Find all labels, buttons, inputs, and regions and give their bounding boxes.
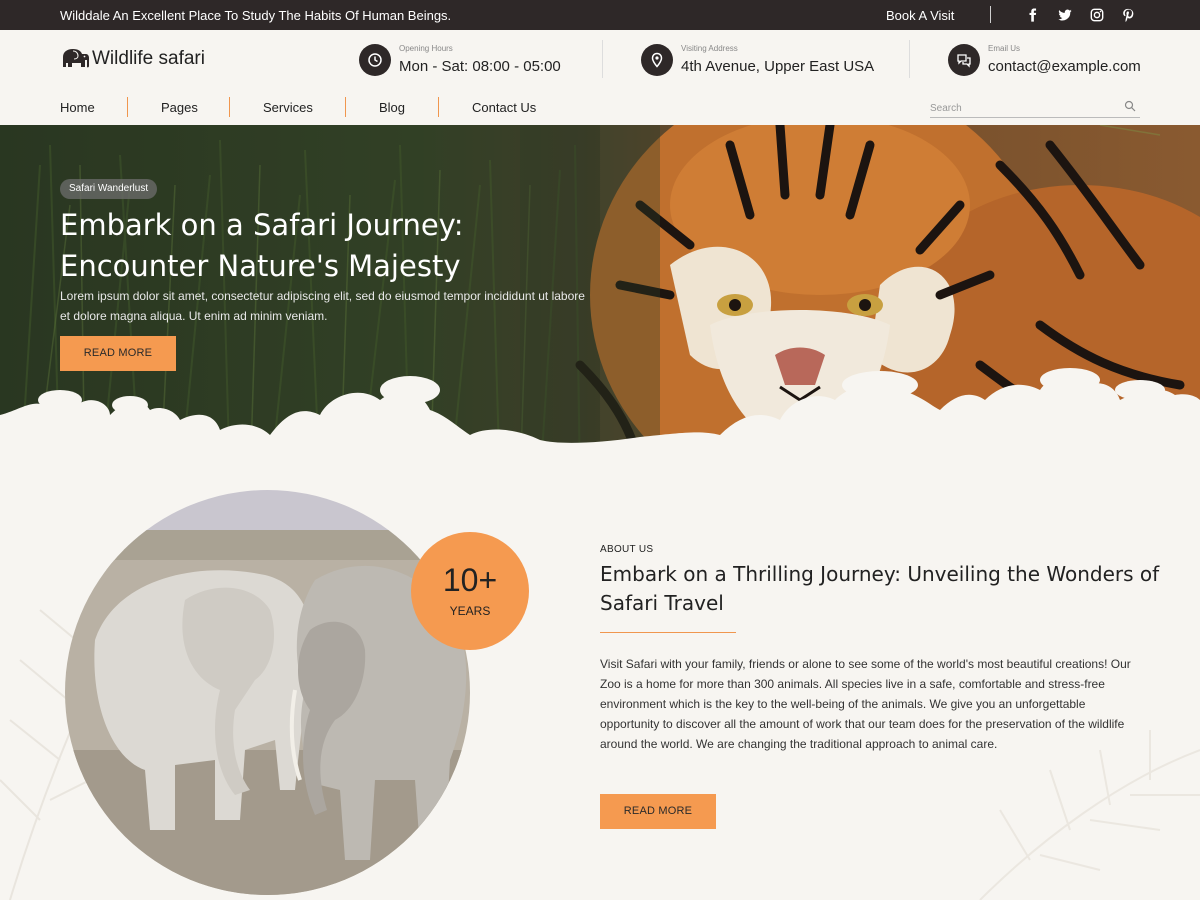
about-section: 10+ YEARS ABOUT US Embark on a Thrilling… xyxy=(0,480,1200,900)
opening-hours-value: Mon - Sat: 08:00 - 05:00 xyxy=(399,58,561,75)
hero-banner: Safari Wanderlust Embark on a Safari Jou… xyxy=(0,125,1200,485)
logo-text: Wildlife safari xyxy=(92,48,205,69)
visiting-address: Visiting Address 4th Avenue, Upper East … xyxy=(641,44,881,78)
search-icon[interactable] xyxy=(1124,100,1136,112)
years-number: 10+ xyxy=(442,562,498,598)
about-title: Embark on a Thrilling Journey: Unveiling… xyxy=(600,562,1160,615)
book-a-visit-link[interactable]: Book A Visit xyxy=(886,8,954,23)
elephants-image xyxy=(65,490,470,895)
main-nav: Home Pages Services Blog Contact Us xyxy=(0,92,1200,125)
hero-text: Lorem ipsum dolor sit amet, consectetur … xyxy=(60,289,585,323)
visiting-address-label: Visiting Address xyxy=(681,44,738,53)
nav-divider xyxy=(127,97,128,117)
years-label: YEARS xyxy=(449,604,491,618)
hero-badge: Safari Wanderlust xyxy=(60,179,158,199)
nav-item-blog[interactable]: Blog xyxy=(379,100,405,115)
about-read-more-button[interactable]: READ MORE xyxy=(600,794,716,829)
nav-item-services[interactable]: Services xyxy=(263,100,313,115)
about-kicker: ABOUT US xyxy=(600,544,654,555)
hero-title: Embark on a Safari Journey: Encounter Na… xyxy=(60,208,464,283)
years-badge: 10+ YEARS xyxy=(411,532,529,650)
site-tagline: Wilddale An Excellent Place To Study The… xyxy=(60,8,452,23)
location-pin-icon xyxy=(641,44,673,76)
nav-item-home[interactable]: Home xyxy=(60,100,95,115)
divider xyxy=(602,40,603,78)
email-us: Email Us contact@example.com xyxy=(948,44,1148,78)
opening-hours: Opening Hours Mon - Sat: 08:00 - 05:00 xyxy=(359,44,579,78)
email-label: Email Us xyxy=(988,44,1021,53)
nav-divider xyxy=(229,97,230,117)
pinterest-icon[interactable] xyxy=(1121,8,1135,22)
twitter-icon[interactable] xyxy=(1058,8,1072,22)
visiting-address-value: 4th Avenue, Upper East USA xyxy=(681,58,875,75)
nav-divider xyxy=(438,97,439,117)
facebook-icon[interactable] xyxy=(1026,8,1040,22)
title-underline xyxy=(600,632,736,633)
search-box xyxy=(930,98,1140,118)
about-text: Visit Safari with your family, friends o… xyxy=(600,657,1131,751)
clock-icon xyxy=(359,44,391,76)
nav-item-pages[interactable]: Pages xyxy=(161,100,198,115)
nav-item-contact-us[interactable]: Contact Us xyxy=(472,100,536,115)
instagram-icon[interactable] xyxy=(1090,8,1104,22)
site-header: Wildlife safari Opening Hours Mon - Sat:… xyxy=(0,30,1200,92)
top-bar: Wilddale An Excellent Place To Study The… xyxy=(0,0,1200,30)
divider xyxy=(909,40,910,78)
elephant-logo-icon xyxy=(63,49,89,68)
opening-hours-label: Opening Hours xyxy=(399,44,453,53)
nav-divider xyxy=(345,97,346,117)
site-logo[interactable]: Wildlife safari xyxy=(60,46,205,72)
leaf-silhouette-divider xyxy=(0,368,1200,485)
divider xyxy=(990,6,991,23)
chat-icon xyxy=(948,44,980,76)
email-link[interactable]: contact@example.com xyxy=(988,58,1141,75)
search-input[interactable] xyxy=(930,99,1120,118)
